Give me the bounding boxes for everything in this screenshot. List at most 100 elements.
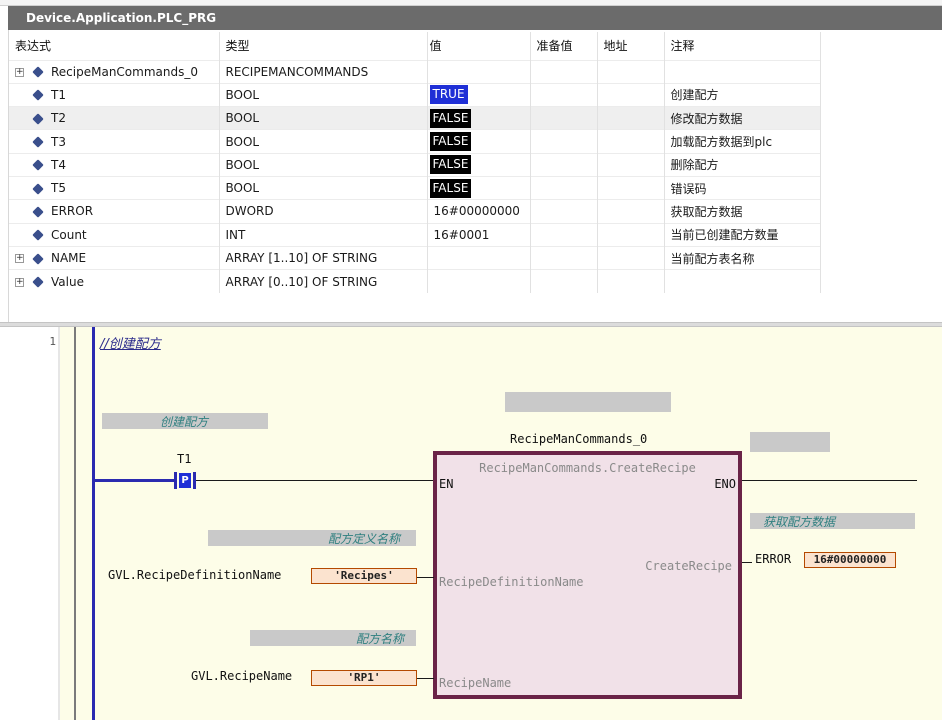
cell-comment: 修改配方数据 bbox=[664, 106, 821, 130]
cell-address bbox=[597, 175, 665, 200]
table-row[interactable]: T4 BOOL FALSE 删除配方 bbox=[9, 152, 821, 177]
cell-prepared-value[interactable] bbox=[530, 59, 598, 84]
cell-prepared-value[interactable] bbox=[530, 82, 598, 107]
cell-value[interactable] bbox=[427, 269, 531, 293]
pin-recipe-name: RecipeName bbox=[439, 676, 512, 690]
table-row[interactable]: + Value ARRAY [0..10] OF STRING bbox=[9, 269, 821, 293]
variable-icon bbox=[32, 66, 44, 78]
input-recipe-name-variable[interactable]: GVL.RecipeName bbox=[191, 669, 292, 683]
cell-comment: 创建配方 bbox=[664, 82, 821, 107]
cell-comment: 当前已创建配方数量 bbox=[664, 222, 821, 247]
pin-eno: ENO bbox=[714, 477, 736, 491]
input-definition-variable[interactable]: GVL.RecipeDefinitionName bbox=[108, 568, 281, 582]
cell-value[interactable]: FALSE bbox=[427, 129, 531, 154]
output-online-value: 16#00000000 bbox=[804, 552, 896, 568]
input-recipe-name-online-value: 'RP1' bbox=[311, 670, 417, 686]
pin-create-recipe: CreateRecipe bbox=[645, 559, 732, 573]
cell-prepared-value[interactable] bbox=[530, 222, 598, 247]
table-row[interactable]: + NAME ARRAY [1..10] OF STRING 当前配方表名称 bbox=[9, 245, 821, 270]
value-badge[interactable]: FALSE bbox=[429, 178, 472, 198]
cell-comment: 加载配方数据到plc bbox=[664, 129, 821, 154]
cell-value[interactable]: 16#00000000 bbox=[427, 199, 531, 224]
cell-expression[interactable]: Count bbox=[9, 222, 220, 247]
table-row[interactable]: T3 BOOL FALSE 加载配方数据到plc bbox=[9, 129, 821, 154]
cell-comment: 删除配方 bbox=[664, 152, 821, 177]
cell-prepared-value[interactable] bbox=[530, 199, 598, 224]
header-address[interactable]: 地址 bbox=[597, 32, 665, 60]
cell-expression[interactable]: T2 bbox=[9, 106, 220, 130]
value-badge[interactable]: FALSE bbox=[429, 132, 472, 152]
expand-icon[interactable]: + bbox=[15, 254, 24, 264]
cell-expression[interactable]: T3 bbox=[9, 129, 220, 154]
value-badge[interactable]: TRUE bbox=[429, 85, 468, 105]
expression-name: T2 bbox=[51, 111, 66, 126]
expression-name: NAME bbox=[51, 251, 87, 266]
line-gutter bbox=[0, 327, 58, 720]
line-number: 1 bbox=[49, 335, 56, 348]
cell-value[interactable] bbox=[427, 59, 531, 84]
cell-prepared-value[interactable] bbox=[530, 245, 598, 270]
expression-name: ERROR bbox=[51, 204, 94, 219]
expand-icon[interactable]: + bbox=[15, 277, 24, 287]
cell-address bbox=[597, 199, 665, 224]
table-row[interactable]: T2 BOOL FALSE 修改配方数据 bbox=[9, 106, 821, 130]
contact-variable[interactable]: T1 bbox=[177, 452, 191, 466]
network-marker bbox=[74, 327, 76, 720]
cell-comment bbox=[664, 59, 821, 84]
cell-expression[interactable]: T5 bbox=[9, 175, 220, 200]
cell-value[interactable] bbox=[427, 245, 531, 270]
variable-icon bbox=[32, 182, 44, 195]
header-expression[interactable]: 表达式 bbox=[9, 32, 220, 60]
gutter-divider bbox=[58, 327, 60, 720]
cell-prepared-value[interactable] bbox=[530, 152, 598, 177]
cell-value[interactable]: FALSE bbox=[427, 175, 531, 200]
cell-prepared-value[interactable] bbox=[530, 106, 598, 130]
cell-expression[interactable]: ERROR bbox=[9, 199, 220, 224]
rising-edge-contact[interactable]: P bbox=[179, 473, 191, 488]
contact-right-bar bbox=[193, 472, 196, 489]
table-row[interactable]: Count INT 16#0001 当前已创建配方数量 bbox=[9, 222, 821, 247]
expression-name: T3 bbox=[51, 134, 66, 149]
fb-instance-name[interactable]: RecipeManCommands_0 bbox=[510, 432, 647, 446]
header-prepared-value[interactable]: 准备值 bbox=[530, 32, 598, 60]
cell-prepared-value[interactable] bbox=[530, 175, 598, 200]
pin-en: EN bbox=[439, 477, 454, 491]
input-definition-online-value: 'Recipes' bbox=[311, 568, 417, 584]
cell-expression[interactable]: + NAME bbox=[9, 245, 220, 270]
value-text[interactable]: 16#00000000 bbox=[430, 204, 520, 218]
table-row[interactable]: T1 BOOL TRUE 创建配方 bbox=[9, 82, 821, 107]
output-variable[interactable]: ERROR bbox=[755, 552, 791, 566]
cell-address bbox=[597, 269, 665, 293]
header-type[interactable]: 类型 bbox=[219, 32, 428, 60]
wire-from-eno bbox=[742, 480, 917, 481]
cell-expression[interactable]: T4 bbox=[9, 152, 220, 177]
cell-expression[interactable]: + Value bbox=[9, 269, 220, 293]
wire-definition-in bbox=[417, 577, 434, 578]
cell-address bbox=[597, 129, 665, 154]
wire-create-recipe-out bbox=[742, 562, 752, 563]
cell-type: BOOL bbox=[219, 82, 428, 107]
value-badge[interactable]: FALSE bbox=[429, 108, 472, 128]
table-row[interactable]: + RecipeManCommands_0 RECIPEMANCOMMANDS bbox=[9, 59, 821, 84]
cell-value[interactable]: TRUE bbox=[427, 82, 531, 107]
value-badge[interactable]: FALSE bbox=[429, 155, 472, 175]
cell-expression[interactable]: T1 bbox=[9, 82, 220, 107]
expand-icon[interactable]: + bbox=[15, 67, 24, 77]
variable-icon bbox=[32, 276, 44, 288]
cell-value[interactable]: FALSE bbox=[427, 152, 531, 177]
cell-value[interactable]: 16#0001 bbox=[427, 222, 531, 247]
cell-prepared-value[interactable] bbox=[530, 269, 598, 293]
table-row[interactable]: T5 BOOL FALSE 错误码 bbox=[9, 175, 821, 200]
cell-address bbox=[597, 152, 665, 177]
cell-value[interactable]: FALSE bbox=[427, 106, 531, 130]
table-row[interactable]: ERROR DWORD 16#00000000 获取配方数据 bbox=[9, 199, 821, 224]
header-value[interactable]: 值 bbox=[427, 32, 531, 60]
cell-expression[interactable]: + RecipeManCommands_0 bbox=[9, 59, 220, 84]
cell-type: BOOL bbox=[219, 175, 428, 200]
cell-comment: 错误码 bbox=[664, 175, 821, 200]
variable-icon bbox=[32, 113, 44, 125]
cell-prepared-value[interactable] bbox=[530, 129, 598, 154]
header-comment[interactable]: 注释 bbox=[664, 32, 821, 60]
value-text[interactable]: 16#0001 bbox=[430, 228, 490, 242]
function-block[interactable]: RecipeManCommands.CreateRecipe EN ENO Cr… bbox=[433, 451, 742, 699]
